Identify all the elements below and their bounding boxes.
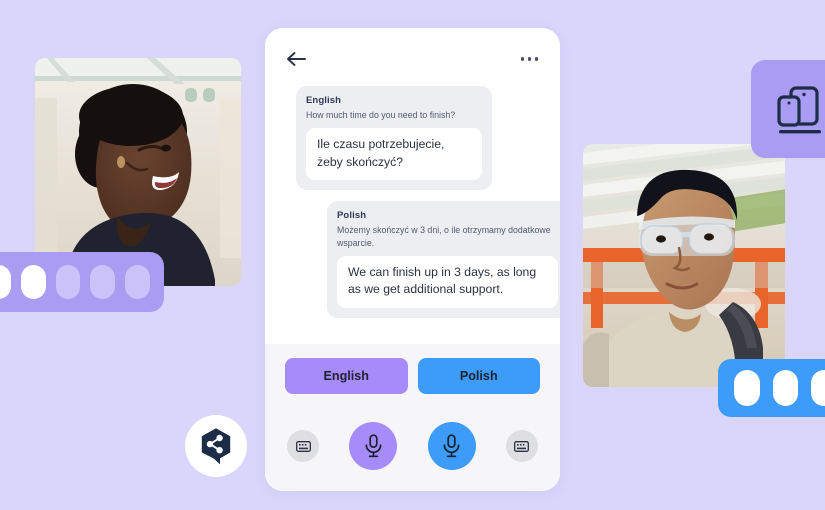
message-source-text: How much time do you need to finish? [306,110,456,120]
microphone-icon [443,434,460,458]
conversation-panel: English How much time do you need to fin… [265,28,560,344]
message-bubble-english[interactable]: English How much time do you need to fin… [296,86,492,191]
app-logo-badge [185,415,247,477]
pill-indicator [55,265,81,299]
message-language-label: Polish [337,210,367,222]
phone-header [285,46,540,72]
more-horizontal-icon [534,57,538,61]
pill-indicator [811,370,825,406]
photo-man-illustration [583,144,785,387]
screenshot-stage: English How much time do you need to fin… [0,0,825,510]
mic-button-polish[interactable] [427,422,476,470]
keyboard-icon [295,440,311,452]
message-bubble-polish[interactable]: Polish Możemy skończyć w 3 dni, o ile ot… [327,201,560,318]
devices-badge [751,60,825,158]
pill-indicator [772,370,799,406]
message-translated-text: We can finish up in 3 days, as long as w… [337,256,558,308]
language-button-english[interactable]: English [285,358,408,394]
purple-pill-badge [0,252,164,312]
pill-indicator [20,265,46,299]
language-button-polish[interactable]: Polish [417,358,540,394]
message-language-label: English [306,95,342,106]
keyboard-button-left[interactable] [287,430,319,462]
more-horizontal-icon [527,57,532,61]
keyboard-button-right[interactable] [505,430,538,462]
pill-indicator [0,265,11,299]
more-horizontal-icon [520,57,525,61]
message-source-text: Możemy skończyć w 3 dni, o ile otrzymamy… [337,225,551,248]
blue-pill-badge [718,359,825,417]
message-translated-text: Ile czasu potrzebujecie, żeby skończyć? [306,128,482,181]
input-controls-row [285,422,540,470]
pill-indicator [125,265,150,299]
controls-panel: English Polish [265,344,560,491]
photo-man-goggles [583,144,785,387]
multi-device-icon [777,86,821,134]
microphone-icon [365,434,382,458]
phone-card: English How much time do you need to fin… [265,28,560,491]
language-selector-row: English Polish [285,358,540,394]
back-button[interactable] [285,48,309,70]
mic-button-english[interactable] [349,422,398,470]
arrow-left-icon [287,52,306,66]
share-node-speech-bubble-logo [201,428,231,465]
more-options-button[interactable] [519,51,540,66]
keyboard-icon [514,440,530,452]
pill-indicator [90,265,116,299]
pill-indicator [734,370,760,406]
